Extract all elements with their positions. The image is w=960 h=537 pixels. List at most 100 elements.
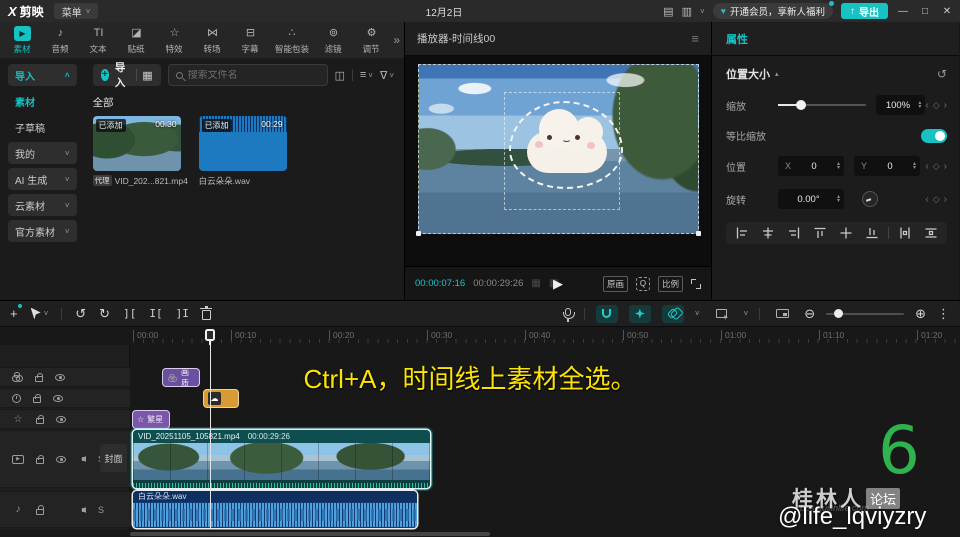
- preview-snap-toggle[interactable]: [628, 304, 651, 323]
- link-toggle[interactable]: [661, 304, 684, 323]
- search-box[interactable]: [167, 64, 328, 86]
- minimize-button[interactable]: —: [896, 6, 910, 17]
- quality-enhance-icon[interactable]: Q: [635, 276, 650, 291]
- tab-text[interactable]: TI 文本: [80, 26, 117, 55]
- filter-icon[interactable]: ∇ ˅: [380, 69, 394, 82]
- chevron-down-icon[interactable]: ˅: [695, 309, 700, 318]
- zoom-out-button[interactable]: ⊖: [804, 306, 815, 322]
- solo-flag[interactable]: S: [98, 505, 104, 515]
- undo-button[interactable]: ↺: [75, 306, 86, 322]
- delete-button[interactable]: [200, 306, 213, 320]
- sidebar-item-material[interactable]: 素材: [8, 90, 77, 112]
- tab-smart-pack[interactable]: ∴ 智能包装: [270, 26, 314, 55]
- reset-icon[interactable]: ↺: [937, 67, 947, 81]
- audio-clip[interactable]: 白云朵朵.wav: [133, 491, 417, 528]
- keyframe-next-icon[interactable]: ›: [944, 100, 947, 111]
- distribute-vertical-icon[interactable]: [920, 225, 943, 241]
- keyframe-icon[interactable]: ◇: [933, 194, 940, 205]
- record-voiceover-button[interactable]: [562, 307, 575, 322]
- lock-icon[interactable]: [35, 372, 43, 382]
- select-tool[interactable]: ˅: [30, 307, 48, 320]
- original-quality-button[interactable]: 原画: [602, 275, 628, 292]
- close-button[interactable]: ✕: [940, 6, 954, 17]
- distribute-horizontal-icon[interactable]: [894, 225, 917, 241]
- play-button[interactable]: ▶: [553, 276, 563, 292]
- add-button[interactable]: +: [10, 304, 22, 321]
- layout-chevron-icon[interactable]: ˅: [700, 7, 705, 16]
- keyframe-icon[interactable]: ◇: [933, 161, 940, 172]
- delete-left-icon[interactable]: I[: [149, 307, 162, 320]
- delete-right-icon[interactable]: ]I: [176, 307, 189, 320]
- lock-icon[interactable]: [36, 414, 44, 424]
- sidebar-item-cloud-material[interactable]: 云素材 ˅: [8, 194, 77, 216]
- align-center-horizontal-icon[interactable]: [756, 225, 779, 241]
- slider-knob[interactable]: [796, 100, 806, 110]
- tab-transitions[interactable]: ⋈ 转场: [194, 26, 231, 55]
- timeline-ruler[interactable]: 00:00 00:10 00:20 00:30 00:40 00:50 01:0…: [0, 327, 960, 345]
- sidebar-item-import[interactable]: 导入 ˄: [8, 64, 77, 86]
- lock-icon[interactable]: [36, 454, 44, 464]
- track-layout-button[interactable]: [711, 305, 733, 323]
- preview-window-button[interactable]: [771, 305, 793, 323]
- vip-banner[interactable]: ♥ 开通会员，享新人福利: [712, 1, 834, 19]
- align-top-icon[interactable]: [808, 225, 831, 241]
- tab-audio[interactable]: ♪ 音频: [42, 26, 79, 55]
- more-tabs-icon[interactable]: »: [393, 33, 400, 47]
- fullscreen-icon[interactable]: [691, 278, 701, 289]
- keyframe-icon[interactable]: ◇: [933, 100, 940, 111]
- keyframe-prev-icon[interactable]: ‹: [925, 194, 928, 205]
- horizontal-scrollbar[interactable]: [130, 532, 490, 536]
- layout-mode-icon[interactable]: ▤: [663, 5, 673, 18]
- uniform-scale-toggle[interactable]: [921, 128, 947, 143]
- resize-handle[interactable]: [696, 231, 701, 236]
- rotation-box[interactable]: 0.00° ▴ ▾: [778, 189, 844, 209]
- zoom-in-button[interactable]: ⊕: [915, 306, 926, 322]
- qr-code-icon[interactable]: ▦: [142, 69, 152, 82]
- video-clip[interactable]: VID_20251105_105821.mp4 00:00:29:26: [133, 430, 430, 488]
- ratio-button[interactable]: 比例: [657, 275, 683, 292]
- position-size-section[interactable]: 位置大小: [726, 66, 770, 82]
- chevron-down-icon[interactable]: ˅: [744, 309, 749, 318]
- cloud-sticker[interactable]: [507, 87, 625, 205]
- redo-button[interactable]: ↻: [99, 306, 110, 322]
- playhead-line[interactable]: [210, 329, 211, 529]
- player-menu-icon[interactable]: ≡: [691, 31, 699, 46]
- sort-icon[interactable]: ≡ ˅: [360, 69, 373, 81]
- align-left-icon[interactable]: [730, 225, 753, 241]
- timeline-zoom-slider[interactable]: [826, 309, 905, 318]
- spinner[interactable]: ▴ ▾: [918, 100, 921, 110]
- visibility-icon[interactable]: [56, 455, 66, 463]
- position-x-box[interactable]: X 0 ▴ ▾: [778, 156, 844, 176]
- position-y-box[interactable]: Y 0 ▴ ▾: [854, 156, 920, 176]
- split-icon[interactable]: ][: [123, 307, 136, 320]
- frame-view-icon[interactable]: ▦: [531, 278, 540, 289]
- search-input[interactable]: [187, 69, 320, 81]
- tab-filters[interactable]: ⊚ 滤镜: [315, 26, 352, 55]
- tab-captions[interactable]: ⊟ 字幕: [232, 26, 269, 55]
- tab-material[interactable]: ▶ 素材: [4, 25, 41, 55]
- tab-adjust[interactable]: ⚙ 调节: [353, 26, 390, 55]
- keyframe-next-icon[interactable]: ›: [944, 194, 947, 205]
- resize-handle[interactable]: [416, 231, 421, 236]
- sidebar-item-official-material[interactable]: 官方素材 ˅: [8, 220, 77, 242]
- panel-layout-icon[interactable]: ▥: [682, 5, 692, 18]
- keyframe-prev-icon[interactable]: ‹: [925, 161, 928, 172]
- effect-clip[interactable]: ☆ 繁星: [133, 411, 169, 428]
- view-grid-icon[interactable]: ◫: [335, 69, 345, 82]
- tab-effects[interactable]: ☆ 特效: [156, 26, 193, 55]
- speaker-icon[interactable]: [78, 456, 86, 462]
- cover-button[interactable]: 封面: [100, 444, 127, 472]
- align-center-vertical-icon[interactable]: [834, 225, 857, 241]
- spinner[interactable]: ▴ ▾: [837, 161, 840, 171]
- lock-icon[interactable]: [36, 505, 44, 515]
- align-right-icon[interactable]: [782, 225, 805, 241]
- speaker-icon[interactable]: [78, 506, 86, 513]
- export-button[interactable]: ↑ 导出: [841, 3, 888, 19]
- media-card-audio[interactable]: 已添加 00:29 白云朵朵.wav: [198, 116, 287, 187]
- spinner[interactable]: ▴ ▾: [913, 161, 916, 171]
- rotation-dial[interactable]: [862, 191, 878, 207]
- keyframe-next-icon[interactable]: ›: [944, 161, 947, 172]
- more-options-icon[interactable]: ⋮: [937, 306, 950, 322]
- scale-value-box[interactable]: 100% ▴ ▾: [875, 95, 926, 115]
- sidebar-item-mine[interactable]: 我的 ˅: [8, 142, 77, 164]
